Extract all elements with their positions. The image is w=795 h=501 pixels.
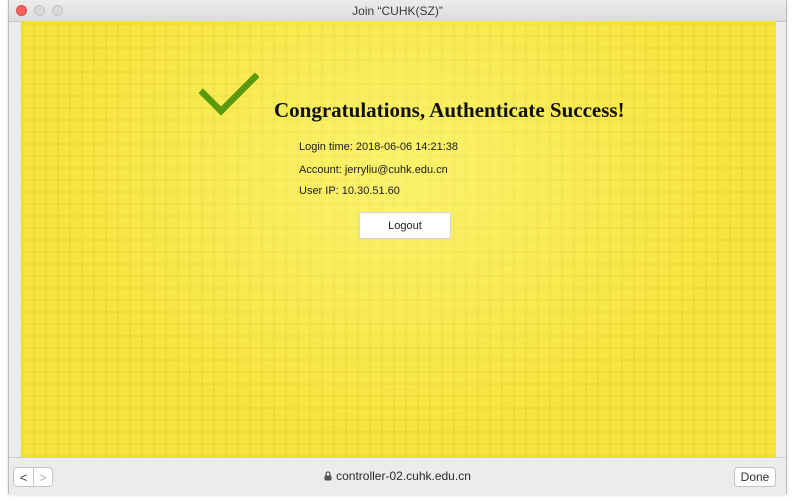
window-controls	[16, 5, 63, 16]
lock-icon	[324, 471, 332, 481]
login-time-text: Login time: 2018-06-06 14:21:38	[299, 141, 459, 153]
user-ip-text: User IP: 10.30.51.60	[299, 185, 400, 197]
window-title: Join “CUHK(SZ)”	[352, 3, 443, 18]
url-display: controller-02.cuhk.edu.cn	[9, 469, 786, 483]
done-button[interactable]: Done	[734, 467, 776, 487]
close-window-button[interactable]	[16, 5, 27, 16]
success-heading: Congratulations, Authenticate Success!	[274, 98, 625, 122]
zoom-window-button[interactable]	[52, 5, 63, 16]
account-text: Account: jerryliu@cuhk.edu.cn	[299, 164, 448, 176]
captive-portal-window: Join “CUHK(SZ)” Congratulations, Authent…	[8, 0, 787, 495]
title-bar: Join “CUHK(SZ)”	[9, 0, 786, 22]
portal-page: Congratulations, Authenticate Success! L…	[21, 21, 776, 457]
url-text: controller-02.cuhk.edu.cn	[336, 469, 471, 483]
logout-button[interactable]: Logout	[359, 212, 451, 239]
minimize-window-button[interactable]	[34, 5, 45, 16]
bottom-toolbar: < > controller-02.cuhk.edu.cn Done	[9, 457, 786, 495]
check-icon	[199, 73, 259, 116]
